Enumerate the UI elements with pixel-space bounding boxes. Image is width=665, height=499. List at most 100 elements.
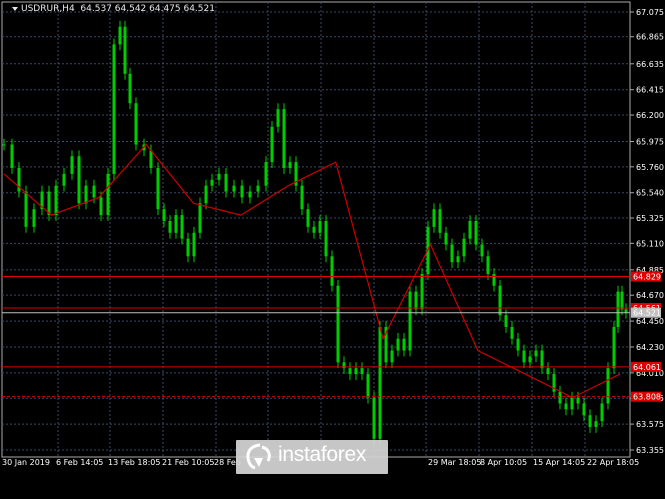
candle-body xyxy=(32,209,36,227)
price-axis-label: 65.975 xyxy=(636,138,664,147)
price-axis-label: 64.230 xyxy=(636,343,664,352)
price-axis-label: 66.200 xyxy=(636,111,664,120)
candle-body xyxy=(582,403,586,416)
symbol-icon xyxy=(12,6,18,11)
watermark-text: instaforex xyxy=(278,443,367,466)
candle-body xyxy=(348,368,352,375)
candle-body xyxy=(168,220,172,233)
candle-body xyxy=(564,403,568,410)
candle-body xyxy=(232,185,236,192)
price-axis-label: 63.575 xyxy=(636,420,664,429)
candle-body xyxy=(504,315,508,327)
candle-body xyxy=(62,173,66,186)
candle-body xyxy=(156,168,160,210)
candle-body xyxy=(162,209,166,221)
candle-body xyxy=(224,173,228,192)
candle-body xyxy=(2,144,6,146)
candle-body xyxy=(366,374,370,398)
candle-body xyxy=(174,215,178,233)
candle-body xyxy=(408,291,412,351)
price-level-label: 63.808 xyxy=(633,393,661,402)
time-axis-label: 21 Feb 10:05 xyxy=(162,458,214,467)
candle-body xyxy=(134,103,138,145)
price-chart[interactable]: 67.075 66.865 66.635 66.415 66.200 65.975 65.7… xyxy=(0,0,665,499)
candle-body xyxy=(528,356,532,363)
candle-body xyxy=(106,173,110,216)
candle-body xyxy=(510,326,514,339)
candle-body xyxy=(312,226,316,233)
candle-body xyxy=(204,185,208,204)
candle-body xyxy=(180,215,184,239)
candle-body xyxy=(112,44,116,174)
candle-body xyxy=(192,232,196,257)
candle-body xyxy=(414,291,418,310)
candle-body xyxy=(570,397,574,410)
price-axis-label: 65.540 xyxy=(636,189,664,198)
candle-body xyxy=(588,415,592,428)
candle-body xyxy=(462,238,466,257)
candle-body xyxy=(492,273,496,286)
candle-body xyxy=(330,256,334,286)
candle-body xyxy=(354,368,358,375)
price-level-label: 64.521 xyxy=(633,309,661,318)
candle-body xyxy=(360,368,364,375)
candle-body xyxy=(498,285,502,316)
candle-body xyxy=(606,368,610,404)
candle-body xyxy=(396,338,400,351)
candle-body xyxy=(372,397,376,439)
plot-area xyxy=(1,1,631,458)
chart-canvas[interactable]: 67.075 66.865 66.635 66.415 66.200 65.975 65.7… xyxy=(0,0,665,499)
candle-body xyxy=(594,421,598,428)
price-axis-label: 65.760 xyxy=(636,163,664,172)
candle-body xyxy=(256,185,260,192)
price-axis-label: 64.670 xyxy=(636,291,664,300)
time-axis-label: 13 Feb 18:05 xyxy=(108,458,160,467)
price-axis-label: 66.635 xyxy=(636,60,664,69)
time-axis-label: 15 Apr 14:05 xyxy=(533,458,585,467)
price-axis-label: 63.355 xyxy=(636,446,664,455)
candle-body xyxy=(516,338,520,351)
candle-body xyxy=(186,238,190,257)
candle-body xyxy=(402,338,406,351)
candle-body xyxy=(432,209,436,227)
candle-body xyxy=(522,350,526,363)
candle-body xyxy=(264,162,268,186)
candle-body xyxy=(248,191,252,198)
ohlc-values: 64.537 64.542 64.475 64.521 xyxy=(80,4,215,14)
candle-body xyxy=(118,26,122,45)
watermark: instaforex xyxy=(236,440,388,474)
candle-body xyxy=(378,326,382,439)
candle-body xyxy=(390,350,394,363)
candle-body xyxy=(324,220,328,257)
candle-body xyxy=(534,350,538,357)
price-axis-label: 64.450 xyxy=(636,317,664,326)
candle-body xyxy=(217,173,221,180)
candle-body xyxy=(336,285,340,363)
candle-body xyxy=(420,273,424,310)
candle-body xyxy=(546,368,550,375)
candle-body xyxy=(300,185,304,210)
candle-body xyxy=(123,26,127,74)
candle-body xyxy=(92,185,96,198)
candle-body xyxy=(456,256,460,263)
candle-body xyxy=(99,197,103,216)
candle-body xyxy=(616,291,620,327)
candle-body xyxy=(540,350,544,369)
candle-body xyxy=(450,244,454,263)
candle-body xyxy=(84,185,88,204)
candle-body xyxy=(10,144,14,169)
time-axis-label: 29 Mar 18:05 xyxy=(428,458,481,467)
candle-body xyxy=(468,220,472,239)
candle-body xyxy=(486,256,490,274)
candle-body xyxy=(558,391,562,404)
candle-body xyxy=(210,179,214,186)
candle-body xyxy=(444,232,448,245)
candle-body xyxy=(576,397,580,404)
candle-body xyxy=(70,156,74,174)
candle-body xyxy=(612,326,616,369)
candle-body xyxy=(480,244,484,257)
time-axis-label: 30 Jan 2019 xyxy=(2,458,50,467)
candle-body xyxy=(474,220,478,245)
price-axis-label: 67.075 xyxy=(636,8,664,17)
candle-body xyxy=(600,403,604,422)
